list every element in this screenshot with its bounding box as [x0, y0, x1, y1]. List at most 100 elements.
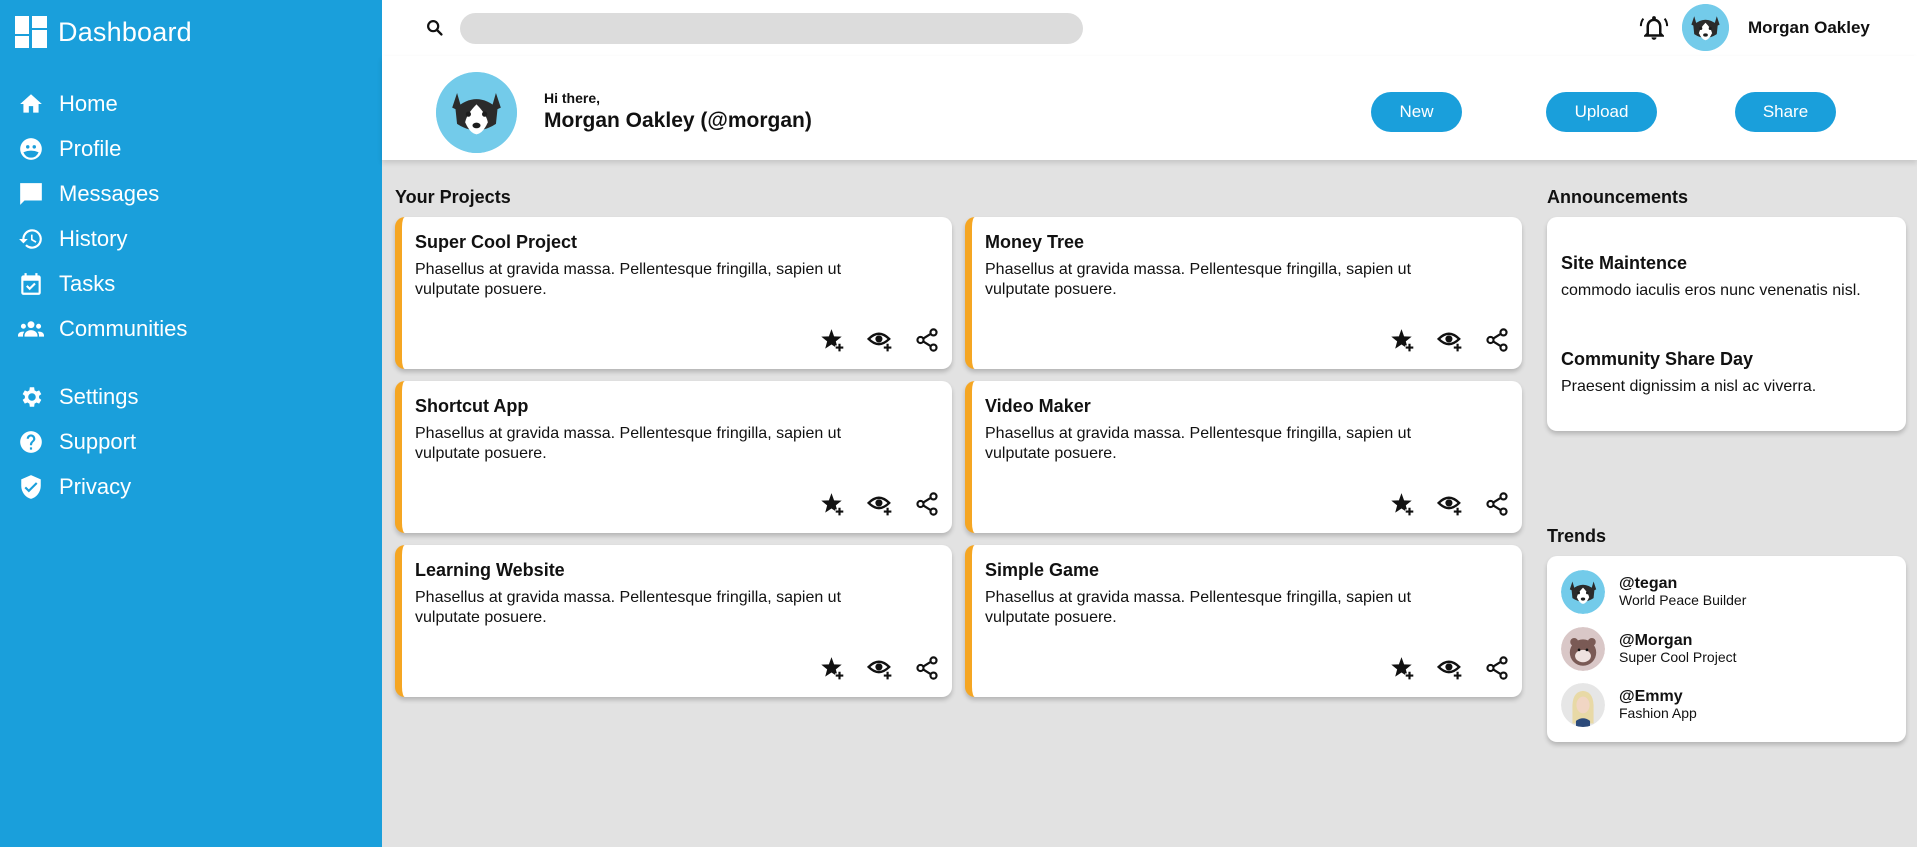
search-input[interactable] — [460, 13, 1083, 44]
brand[interactable]: Dashboard — [0, 0, 382, 64]
hamster-avatar-icon — [1561, 627, 1605, 671]
project-actions — [820, 491, 940, 517]
star-plus-icon[interactable] — [820, 655, 846, 681]
eye-plus-icon[interactable] — [867, 491, 893, 517]
top-bar: Morgan Oakley — [382, 0, 1917, 56]
nav-group-main: Home Profile Messages History Tasks Comm… — [0, 81, 382, 351]
project-actions — [820, 327, 940, 353]
avatar — [1561, 627, 1605, 671]
sidebar-item-privacy[interactable]: Privacy — [0, 464, 382, 509]
announcement-body: Praesent dignissim a nisl ac viverra. — [1561, 378, 1817, 395]
sidebar: Dashboard Home Profile Messages History — [0, 0, 382, 847]
sidebar-item-label: Settings — [59, 383, 139, 409]
trend-text: @tegan World Peace Builder — [1619, 575, 1746, 609]
sidebar-item-label: History — [59, 225, 128, 251]
search-icon[interactable] — [424, 17, 446, 39]
project-card[interactable]: Simple Game Phasellus at gravida massa. … — [965, 545, 1522, 697]
help-icon — [20, 430, 42, 453]
project-title: Money Tree — [985, 232, 1085, 252]
trend-item[interactable]: @tegan World Peace Builder — [1561, 569, 1746, 615]
tasks-icon — [21, 272, 41, 295]
person-avatar-icon — [1561, 683, 1605, 727]
star-plus-icon[interactable] — [1390, 327, 1416, 353]
sidebar-item-settings[interactable]: Settings — [0, 374, 382, 419]
share-icon[interactable] — [1484, 327, 1510, 353]
announcements-panel: Site Maintence commodo iaculis eros nunc… — [1547, 217, 1906, 431]
avatar[interactable] — [1682, 4, 1729, 51]
trend-text: @Emmy Fashion App — [1619, 688, 1697, 722]
sidebar-item-tasks[interactable]: Tasks — [0, 261, 382, 306]
eye-plus-icon[interactable] — [1437, 491, 1463, 517]
sidebar-item-label: Tasks — [59, 270, 116, 296]
star-plus-icon[interactable] — [820, 491, 846, 517]
greeting-header: Hi there, Morgan Oakley (@morgan) New Up… — [382, 56, 1917, 160]
communities-icon — [18, 320, 44, 337]
star-plus-icon[interactable] — [1390, 655, 1416, 681]
project-actions — [1390, 655, 1510, 681]
sidebar-item-label: Privacy — [59, 473, 132, 499]
trends-panel: @tegan World Peace Builder @Morgan Super… — [1547, 556, 1906, 742]
sidebar-item-support[interactable]: Support — [0, 419, 382, 464]
share-icon[interactable] — [914, 655, 940, 681]
project-actions — [1390, 491, 1510, 517]
trend-project: Fashion App — [1619, 705, 1697, 721]
profile-avatar[interactable] — [436, 72, 517, 153]
bell-icon[interactable] — [1639, 13, 1669, 43]
sidebar-item-home[interactable]: Home — [0, 81, 382, 126]
project-title: Simple Game — [985, 560, 1100, 580]
nav-group-secondary: Settings Support Privacy — [0, 374, 382, 509]
eye-plus-icon[interactable] — [1437, 327, 1463, 353]
home-icon — [20, 93, 42, 113]
announcement-title[interactable]: Community Share Day — [1561, 349, 1753, 370]
sidebar-item-label: Profile — [59, 135, 122, 161]
share-button[interactable]: Share — [1735, 92, 1836, 132]
greeting-name: Morgan Oakley (@morgan) — [544, 109, 812, 132]
sidebar-item-profile[interactable]: Profile — [0, 126, 382, 171]
project-card[interactable]: Video Maker Phasellus at gravida massa. … — [965, 381, 1522, 533]
sidebar-item-label: Communities — [59, 315, 188, 341]
star-plus-icon[interactable] — [1390, 491, 1416, 517]
husky-avatar-icon — [1682, 4, 1729, 51]
trends-title: Trends — [1547, 526, 1607, 546]
avatar — [1561, 683, 1605, 727]
share-icon[interactable] — [1484, 491, 1510, 517]
profile-icon — [20, 137, 42, 160]
project-description: Phasellus at gravida massa. Pellentesque… — [985, 589, 1412, 626]
share-icon[interactable] — [1484, 655, 1510, 681]
announcement-title[interactable]: Site Maintence — [1561, 253, 1687, 274]
trend-item[interactable]: @Morgan Super Cool Project — [1561, 626, 1737, 672]
star-plus-icon[interactable] — [820, 327, 846, 353]
greeting-text: Hi there, — [544, 90, 601, 106]
project-description: Phasellus at gravida massa. Pellentesque… — [985, 425, 1412, 462]
sidebar-item-messages[interactable]: Messages — [0, 171, 382, 216]
trend-item[interactable]: @Emmy Fashion App — [1561, 682, 1697, 728]
history-icon — [19, 228, 42, 249]
sidebar-item-communities[interactable]: Communities — [0, 306, 382, 351]
share-icon[interactable] — [914, 491, 940, 517]
share-icon[interactable] — [914, 327, 940, 353]
username[interactable]: Morgan Oakley — [1748, 18, 1870, 38]
project-card[interactable]: Money Tree Phasellus at gravida massa. P… — [965, 217, 1522, 369]
project-card[interactable]: Super Cool Project Phasellus at gravida … — [395, 217, 952, 369]
project-actions — [820, 655, 940, 681]
sidebar-item-label: Messages — [59, 180, 160, 206]
eye-plus-icon[interactable] — [867, 655, 893, 681]
project-description: Phasellus at gravida massa. Pellentesque… — [985, 261, 1412, 298]
message-icon — [20, 182, 42, 205]
announcements-title: Announcements — [1547, 187, 1689, 207]
upload-button[interactable]: Upload — [1546, 92, 1657, 132]
project-title: Video Maker — [985, 396, 1091, 416]
eye-plus-icon[interactable] — [1437, 655, 1463, 681]
project-card[interactable]: Learning Website Phasellus at gravida ma… — [395, 545, 952, 697]
eye-plus-icon[interactable] — [867, 327, 893, 353]
trend-handle: @Morgan — [1619, 632, 1693, 649]
dashboard-icon — [15, 16, 47, 48]
sidebar-item-history[interactable]: History — [0, 216, 382, 261]
project-title: Super Cool Project — [415, 232, 578, 252]
project-title: Shortcut App — [415, 396, 529, 416]
sidebar-item-label: Home — [59, 90, 118, 116]
project-card[interactable]: Shortcut App Phasellus at gravida massa.… — [395, 381, 952, 533]
gear-icon — [22, 386, 42, 407]
new-button[interactable]: New — [1371, 92, 1462, 132]
trend-project: World Peace Builder — [1619, 592, 1747, 608]
